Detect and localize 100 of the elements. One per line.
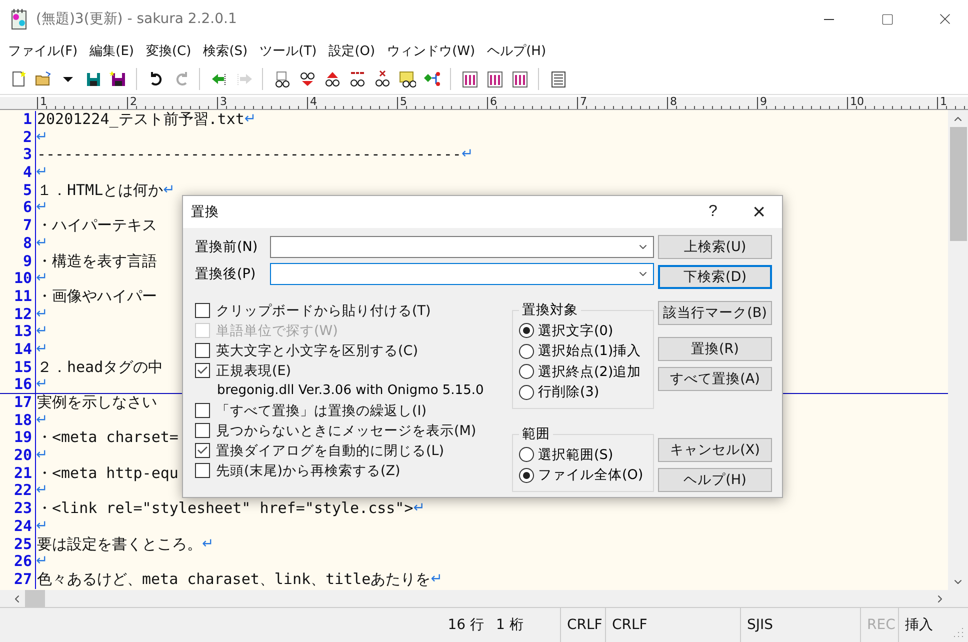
text-line: ・ハイパーテキス — [36, 217, 157, 235]
text-line: 要は設定を書くところ。 — [36, 536, 202, 554]
group-title: 範囲 — [521, 425, 551, 443]
status-field: 挿入 — [898, 608, 944, 642]
line-number: 15 — [0, 358, 36, 376]
menu-item[interactable]: ヘルプ(H) — [481, 42, 552, 60]
combo-box[interactable] — [270, 262, 654, 284]
line-break-mark: ↵ — [36, 199, 48, 218]
text-line: ----------------------------------------------- — [36, 146, 462, 164]
line-number: 14 — [0, 340, 36, 359]
line-break-mark: ↵ — [413, 500, 425, 518]
horizontal-scrollbar[interactable] — [0, 590, 968, 608]
dialog-button[interactable]: 置換(R) — [658, 337, 772, 361]
radio-button[interactable] — [519, 344, 534, 359]
menu-item[interactable]: 検索(S) — [197, 42, 254, 60]
checkbox-label: 正規表現(E) — [216, 362, 292, 380]
menu-item[interactable]: 設定(O) — [322, 42, 382, 60]
ruler-number: 5 — [400, 95, 407, 108]
menu-item[interactable]: 編集(E) — [84, 42, 140, 60]
line-number: 19 — [0, 429, 36, 448]
group-title: 置換対象 — [521, 301, 579, 319]
menu-item[interactable]: ウィンドウ(W) — [381, 42, 482, 60]
line-number: 3 — [0, 146, 36, 164]
field-label: 置換後(P) — [195, 264, 257, 282]
radio-label: ファイル全体(O) — [538, 466, 644, 484]
line-break-mark: ↵ — [202, 536, 214, 554]
radio-label: 選択範囲(S) — [538, 446, 614, 464]
ruler-number: 9 — [760, 95, 767, 108]
checkbox[interactable] — [195, 303, 210, 318]
status-field: CRLF — [560, 608, 605, 642]
checkbox[interactable] — [195, 423, 210, 438]
radio-label: 選択文字(0) — [538, 322, 614, 340]
tools-icon — [510, 70, 528, 88]
checkbox[interactable] — [195, 343, 210, 358]
menu-item[interactable]: 変換(C) — [140, 42, 198, 60]
dialog-button[interactable]: ヘルプ(H) — [658, 468, 772, 492]
minimize-icon — [824, 18, 834, 20]
close-button[interactable]: × — [736, 196, 782, 228]
line-number: 27 — [0, 570, 36, 589]
checkbox[interactable] — [195, 363, 210, 378]
status-field: CRLF — [605, 608, 740, 642]
line-number: 9 — [0, 252, 36, 270]
regex-library-note: bregonig.dll Ver.3.06 with Onigmo 5.15.0 — [216, 382, 485, 400]
ruler-number: 1 — [40, 95, 47, 108]
vertical-scrollbar[interactable] — [948, 110, 968, 590]
checkbox-label: 「すべて置換」は置換の繰返し(I) — [216, 402, 427, 420]
ruler-number: 10 — [850, 95, 864, 108]
notepad-app-icon — [10, 8, 28, 30]
radio-button[interactable] — [519, 364, 534, 380]
dialog-button[interactable]: 該当行マーク(B) — [658, 301, 772, 325]
line-number: 22 — [0, 482, 36, 500]
radio-button[interactable] — [519, 447, 534, 462]
dialog-button[interactable]: キャンセル(X) — [658, 438, 772, 462]
checkbox[interactable] — [195, 463, 210, 478]
line-number: 4 — [0, 164, 36, 182]
checkbox[interactable] — [195, 403, 210, 418]
checkbox-label: 先頭(末尾)から再検索する(Z) — [216, 462, 400, 480]
radio-button[interactable] — [519, 323, 534, 338]
line-break-mark: ↵ — [36, 518, 48, 536]
line-number: 1 — [0, 111, 36, 129]
checkbox[interactable] — [195, 443, 210, 458]
ruler-number: 1 — [940, 95, 947, 108]
radio-button[interactable] — [519, 384, 534, 400]
line-break-mark: ↵ — [36, 323, 48, 341]
radio-label: 選択終点(2)追加 — [538, 362, 642, 381]
dialog-button[interactable]: すべて置換(A) — [658, 367, 772, 391]
dialog-title: 置換 — [190, 203, 220, 221]
radio-label: 選択始点(1)挿入 — [538, 342, 642, 360]
checkbox-label: 置換ダイアログを自動的に閉じる(L) — [216, 442, 444, 460]
open-folder-icon — [34, 70, 52, 88]
field-label: 置換前(N) — [195, 238, 259, 256]
line-break-mark: ↵ — [36, 340, 48, 359]
text-line: ・<meta http-equ — [36, 464, 178, 482]
ruler-number: 2 — [130, 95, 137, 108]
menu-item[interactable]: ツール(T) — [254, 42, 323, 60]
scroll-thumb[interactable] — [950, 127, 966, 241]
combo-box[interactable] — [270, 236, 654, 258]
line-number: 23 — [0, 500, 36, 518]
menu-item[interactable]: ファイル(F) — [2, 42, 84, 60]
radio-label: 行削除(3) — [538, 383, 600, 402]
scroll-thumb[interactable] — [25, 590, 45, 607]
ruler-number: 4 — [310, 95, 317, 108]
help-button[interactable]: ? — [690, 196, 736, 228]
resize-grip-icon — [952, 626, 964, 638]
line-number: 11 — [0, 288, 36, 306]
line-break-mark: ↵ — [36, 553, 48, 571]
line-number: 6 — [0, 199, 36, 218]
line-number: 20 — [0, 447, 36, 465]
status-field: REC — [860, 608, 898, 642]
tools-icon — [486, 70, 504, 88]
line-number: 13 — [0, 323, 36, 341]
line-break-mark: ↵ — [461, 146, 474, 164]
ruler-number: 8 — [670, 95, 677, 108]
radio-button[interactable] — [519, 468, 534, 483]
checkbox-label: クリップボードから貼り付ける(T) — [216, 302, 431, 320]
line-number: 8 — [0, 234, 36, 252]
line-break-mark: ↵ — [36, 412, 48, 430]
dialog-button[interactable]: 上検索(U) — [658, 235, 772, 259]
glasses-page-icon — [272, 70, 290, 88]
dialog-button[interactable]: 下検索(D) — [658, 265, 772, 289]
